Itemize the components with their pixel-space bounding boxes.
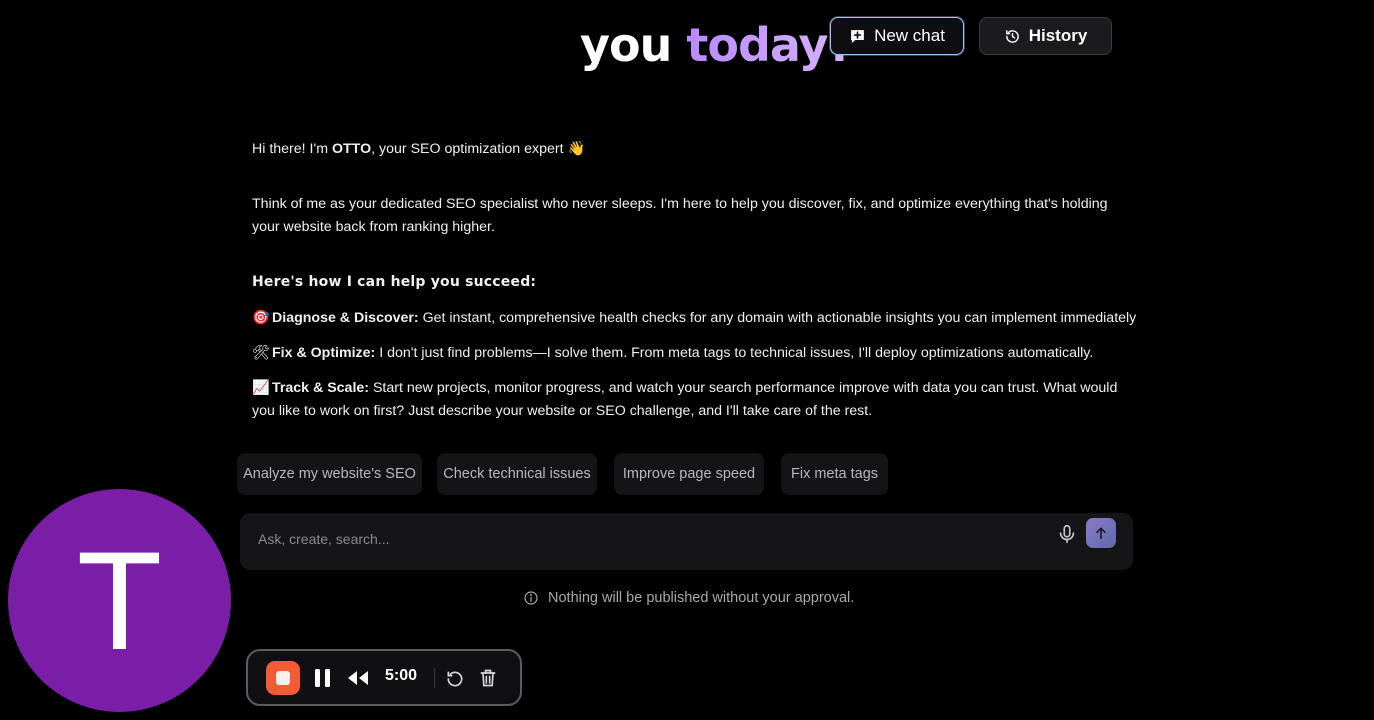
avatar: T bbox=[8, 489, 231, 712]
target-icon: 🎯 bbox=[252, 310, 270, 326]
intro-line: Hi there! I'm OTTO, your SEO optimizatio… bbox=[252, 138, 585, 161]
item-text: I don't just find problems—I solve them.… bbox=[375, 345, 1094, 361]
suggestion-page-speed[interactable]: Improve page speed bbox=[614, 453, 764, 495]
notice-text: Nothing will be published without your a… bbox=[548, 590, 855, 606]
arrow-up-icon bbox=[1096, 527, 1106, 540]
item-title: Fix & Optimize: bbox=[272, 345, 376, 361]
item-title: Diagnose & Discover: bbox=[272, 310, 419, 326]
hero-header: you today? bbox=[0, 0, 1374, 98]
composer bbox=[240, 513, 1133, 570]
new-chat-button[interactable]: New chat bbox=[830, 17, 964, 55]
microphone-icon[interactable] bbox=[1056, 523, 1078, 545]
restart-icon[interactable] bbox=[445, 669, 465, 689]
new-chat-label: New chat bbox=[874, 26, 945, 45]
suggestion-technical-issues[interactable]: Check technical issues bbox=[437, 453, 597, 495]
help-item-track: 📈 Track & Scale: Start new projects, moni… bbox=[252, 377, 1132, 423]
item-text: Get instant, comprehensive health checks… bbox=[418, 310, 1137, 326]
stop-icon bbox=[276, 671, 290, 685]
history-label: History bbox=[1028, 26, 1088, 45]
chart-up-icon: 📈 bbox=[252, 380, 270, 396]
intro-name: OTTO bbox=[331, 141, 372, 157]
recording-toolbar: 5:00 bbox=[246, 649, 522, 706]
help-item-diagnose: 🎯 Diagnose & Discover: Get instant, compr… bbox=[252, 307, 1136, 330]
rewind-icon[interactable] bbox=[346, 669, 370, 687]
help-heading: Here's how I can help you succeed: bbox=[252, 274, 537, 290]
avatar-initial: T bbox=[76, 521, 163, 679]
intro-prefix: Hi there! I'm bbox=[252, 141, 332, 157]
info-icon bbox=[524, 591, 538, 605]
item-title: Track & Scale: bbox=[272, 380, 370, 396]
stop-recording-button[interactable] bbox=[266, 661, 300, 695]
send-button[interactable] bbox=[1086, 518, 1116, 548]
hero-title-part2: today? bbox=[686, 18, 854, 72]
chat-plus-icon bbox=[851, 29, 864, 43]
toolbar-divider bbox=[434, 668, 435, 688]
suggestion-meta-tags[interactable]: Fix meta tags bbox=[781, 453, 888, 495]
recording-timer: 5:00 bbox=[385, 667, 418, 684]
approval-notice: Nothing will be published without your a… bbox=[523, 588, 854, 608]
chat-input[interactable] bbox=[256, 525, 1040, 553]
intro-suffix: , your SEO optimization expert bbox=[371, 141, 568, 157]
suggestion-analyze-seo[interactable]: Analyze my website's SEO bbox=[237, 453, 422, 495]
pause-icon[interactable] bbox=[314, 668, 332, 688]
help-item-fix: 🛠 Fix & Optimize: I don't just find probl… bbox=[252, 342, 1093, 365]
hero-title: you today? bbox=[580, 18, 854, 72]
hero-title-part1: you bbox=[580, 18, 672, 72]
description: Think of me as your dedicated SEO specia… bbox=[252, 196, 1108, 235]
wave-emoji-icon: 👋 bbox=[567, 141, 586, 157]
history-icon bbox=[1005, 29, 1019, 43]
tools-icon: 🛠 bbox=[252, 345, 271, 361]
item-text: Start new projects, monitor progress, an… bbox=[252, 380, 1118, 419]
history-button[interactable]: History bbox=[979, 17, 1112, 55]
trash-icon[interactable] bbox=[478, 667, 498, 689]
otto-chat-page: you today? New chat History Hi there! I'… bbox=[0, 0, 1374, 720]
